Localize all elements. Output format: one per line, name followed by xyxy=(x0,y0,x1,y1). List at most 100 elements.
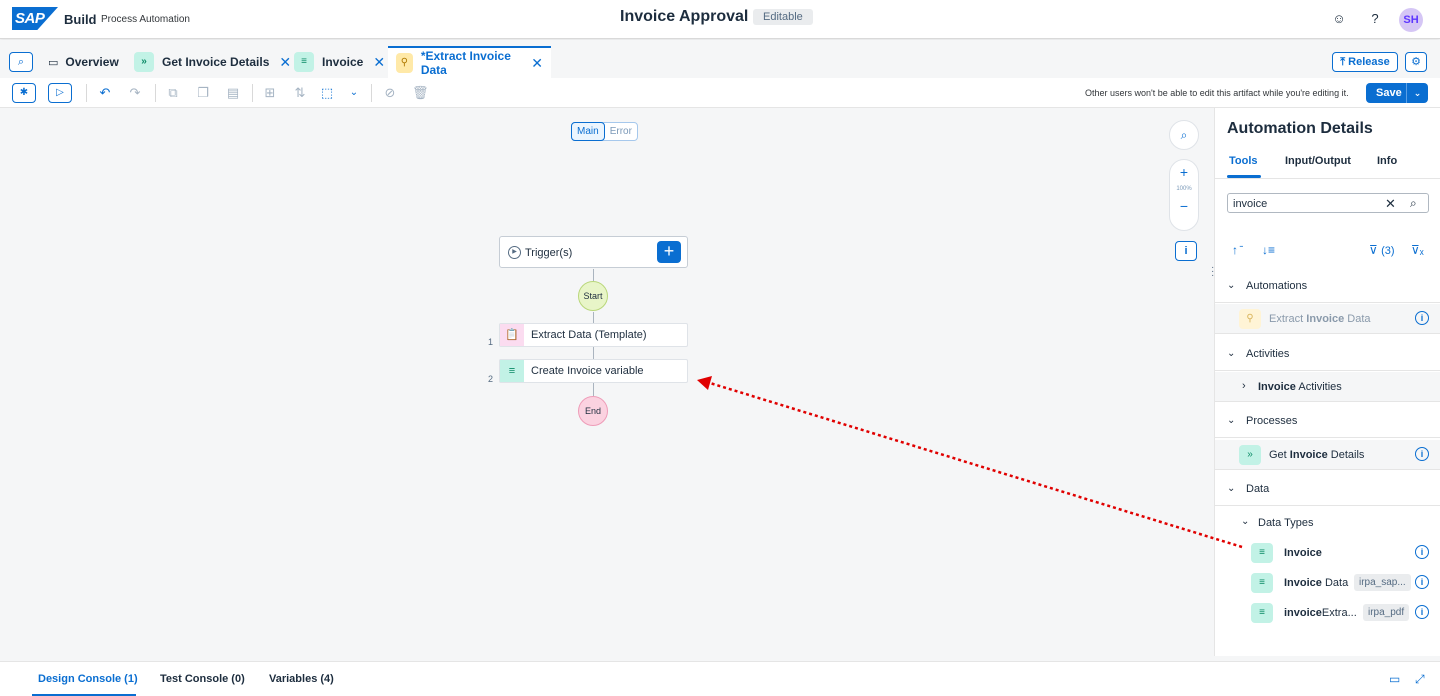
info-icon[interactable]: i xyxy=(1415,575,1429,589)
feedback-icon[interactable]: ☺ xyxy=(1331,11,1347,27)
info-icon[interactable]: i xyxy=(1415,447,1429,461)
chevron-down-icon[interactable]: ⌄ xyxy=(1406,83,1428,103)
folder-icon: ▭ xyxy=(48,56,59,69)
tab-overview[interactable]: ▭ Overview xyxy=(48,46,119,78)
run-icon[interactable]: ▷ xyxy=(48,83,72,103)
list-item-datatype-invoice-data[interactable]: ≡ Invoice Data irpa_sap... i xyxy=(1215,568,1440,598)
add-group-icon[interactable]: ⊞ xyxy=(262,85,278,101)
divider xyxy=(155,84,156,102)
connector xyxy=(593,347,594,359)
console-bar: Design Console (1) Test Console (0) Vari… xyxy=(0,661,1440,696)
clipboard-icon: 📋 xyxy=(500,324,524,346)
datatype-icon: ≡ xyxy=(1251,573,1273,593)
zoom-in-icon[interactable]: + xyxy=(1170,164,1198,180)
list-item-datatype-invoice-extraction[interactable]: ≡ invoiceExtra... irpa_pdf i xyxy=(1215,598,1440,628)
design-canvas[interactable]: Main Error ⌕ + 100% − i ▶ Trigger(s) + S… xyxy=(0,108,1213,656)
avatar[interactable]: SH xyxy=(1399,8,1423,32)
tab-get-invoice-details[interactable]: » Get Invoice Details ✕ xyxy=(134,46,291,78)
connector xyxy=(593,312,594,323)
tab-extract-invoice-data[interactable]: ⚲ *Extract Invoice Data ✕ xyxy=(388,46,551,78)
tab-tools[interactable]: Tools xyxy=(1229,155,1258,167)
section-processes[interactable]: ⌄ Processes xyxy=(1215,405,1440,438)
trigger-node[interactable]: ▶ Trigger(s) + xyxy=(499,236,688,268)
save-button[interactable]: Save ⌄ xyxy=(1366,83,1428,103)
filter-icon[interactable]: ⊽ (3) xyxy=(1369,243,1395,257)
disable-icon[interactable]: ⊘ xyxy=(382,85,398,101)
tab-design-console[interactable]: Design Console (1) xyxy=(38,673,138,685)
lock-message: Other users won't be able to edit this a… xyxy=(1085,88,1349,98)
paste-icon[interactable]: ▤ xyxy=(225,85,241,101)
clear-icon[interactable]: ✕ xyxy=(1385,196,1396,212)
chevron-right-icon[interactable]: › xyxy=(1242,380,1246,392)
product-name: Process Automation xyxy=(101,14,190,25)
section-automations[interactable]: ⌄ Automations xyxy=(1215,270,1440,303)
close-icon[interactable]: ✕ xyxy=(373,54,385,71)
tab-input-output[interactable]: Input/Output xyxy=(1285,155,1351,167)
delete-icon[interactable]: 🗑 xyxy=(412,85,429,101)
list-item-automation[interactable]: ⚲ Extract Invoice Data i xyxy=(1215,304,1440,334)
divider xyxy=(252,84,253,102)
sap-logo[interactable]: SAP xyxy=(12,7,58,30)
list-item-process[interactable]: » Get Invoice Details i xyxy=(1215,440,1440,470)
panel-title: Automation Details xyxy=(1227,120,1373,137)
step-extract-data[interactable]: 📋 Extract Data (Template) xyxy=(499,323,688,347)
clear-filter-icon[interactable]: ⊽ₓ xyxy=(1411,243,1424,257)
search-icon[interactable]: ⌕ xyxy=(1169,120,1199,150)
connector xyxy=(593,269,594,281)
info-icon[interactable]: i xyxy=(1415,545,1429,559)
copy-icon[interactable]: ⧉ xyxy=(165,85,181,101)
namespace-tag: irpa_sap... xyxy=(1354,574,1411,591)
datatype-icon: ≡ xyxy=(1251,603,1273,623)
chevron-down-icon[interactable]: ⌄ xyxy=(346,85,362,101)
sort-icon[interactable]: ⇅ xyxy=(292,85,308,101)
process-icon: » xyxy=(134,52,154,72)
close-icon[interactable]: ✕ xyxy=(279,54,291,71)
debug-icon[interactable]: ✱ xyxy=(12,83,36,103)
active-tab-indicator xyxy=(1227,175,1261,178)
search-project-icon[interactable]: ⌕ xyxy=(9,52,33,72)
automation-icon: ⚲ xyxy=(1239,309,1261,329)
release-button[interactable]: ⤒ Release xyxy=(1332,52,1398,72)
sort-list-icon[interactable]: ↓≡ xyxy=(1262,243,1275,257)
search-input[interactable]: invoice ✕ ⌕ xyxy=(1227,193,1429,213)
redo-icon[interactable]: ↷ xyxy=(127,85,143,101)
list-item-activities[interactable]: › Invoice Activities xyxy=(1215,372,1440,402)
undo-icon[interactable]: ↶ xyxy=(97,85,113,101)
chevron-down-icon: ⌄ xyxy=(1227,415,1236,426)
fullscreen-icon[interactable]: ⤢ xyxy=(1415,672,1425,687)
zoom-out-icon[interactable]: − xyxy=(1170,198,1198,214)
tab-test-console[interactable]: Test Console (0) xyxy=(160,673,245,685)
section-data[interactable]: ⌄ Data xyxy=(1215,473,1440,506)
chevron-down-icon: ⌄ xyxy=(1227,348,1236,359)
tab-invoice[interactable]: ≡ Invoice ✕ xyxy=(294,46,385,78)
tab-info[interactable]: Info xyxy=(1377,155,1397,167)
info-icon[interactable]: i xyxy=(1415,605,1429,619)
sort-ascending-icon[interactable]: ↑ ̄ xyxy=(1232,243,1241,257)
step-create-invoice-variable[interactable]: ≡ Create Invoice variable xyxy=(499,359,688,383)
divider xyxy=(371,84,372,102)
search-icon[interactable]: ⌕ xyxy=(1410,196,1417,211)
segment-main[interactable]: Main xyxy=(571,122,605,141)
upload-icon: ⤒ xyxy=(1340,56,1346,68)
settings-icon[interactable]: ⚙ xyxy=(1405,52,1427,72)
dock-icon[interactable]: ▭ xyxy=(1389,672,1400,686)
add-trigger-button[interactable]: + xyxy=(657,241,681,263)
tab-variables[interactable]: Variables (4) xyxy=(269,673,334,685)
help-icon[interactable]: ? xyxy=(1367,11,1383,27)
select-area-icon[interactable]: ⬚ xyxy=(319,85,335,101)
variable-icon: ≡ xyxy=(500,360,524,382)
chevron-down-icon: ⌄ xyxy=(1227,280,1236,291)
status-badge: Editable xyxy=(753,9,813,25)
editor-tabs: ⌕ ▭ Overview » Get Invoice Details ✕ ≡ I… xyxy=(0,40,1440,78)
close-icon[interactable]: ✕ xyxy=(531,55,543,72)
divider xyxy=(86,84,87,102)
segment-error[interactable]: Error xyxy=(605,123,637,140)
section-activities[interactable]: ⌄ Activities xyxy=(1215,338,1440,371)
info-icon[interactable]: i xyxy=(1175,241,1197,261)
info-icon[interactable]: i xyxy=(1415,311,1429,325)
subsection-data-types[interactable]: ⌄ Data Types xyxy=(1215,508,1440,538)
duplicate-icon[interactable]: ❐ xyxy=(195,85,211,101)
shell-bar: SAP Build Process Automation Invoice App… xyxy=(0,0,1440,39)
step-number: 2 xyxy=(488,374,494,384)
list-item-datatype-invoice[interactable]: ≡ Invoice i xyxy=(1215,538,1440,568)
